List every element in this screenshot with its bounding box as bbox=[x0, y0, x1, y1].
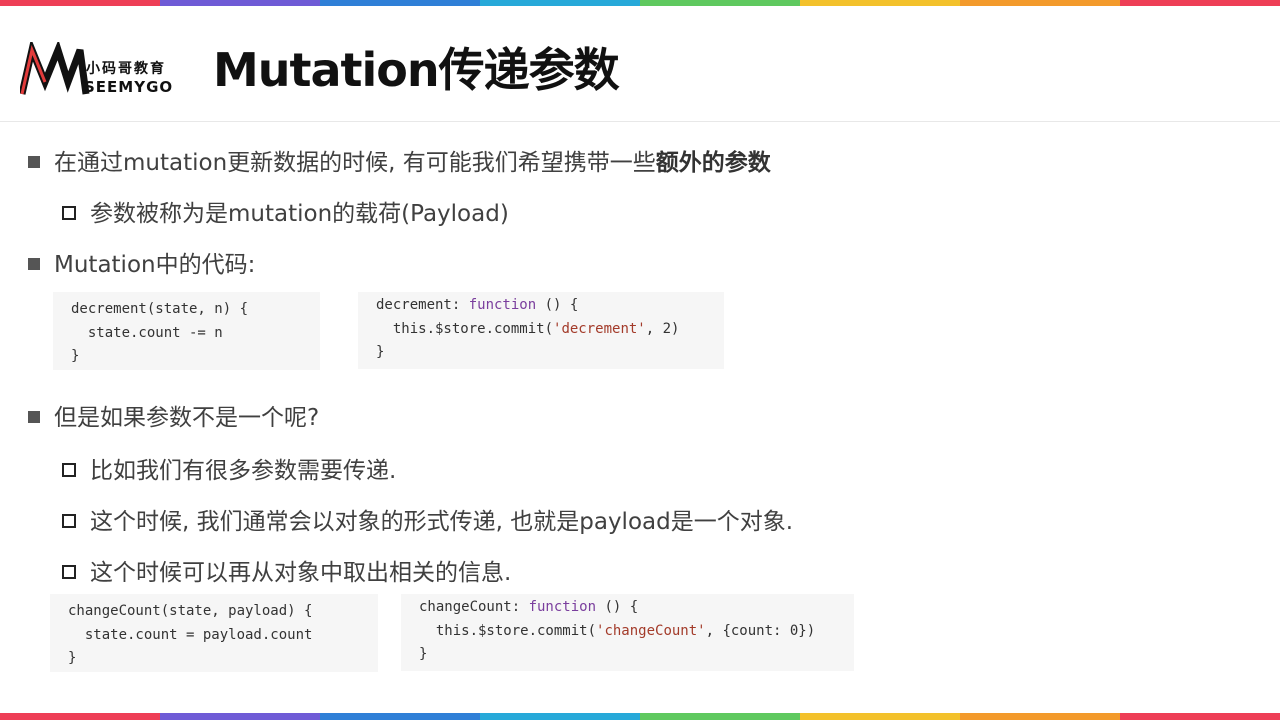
logo-text-cn: 小码哥教育 bbox=[86, 61, 166, 77]
bullet-text: 这个时候可以再从对象中取出相关的信息. bbox=[90, 560, 512, 586]
square-bullet-icon bbox=[28, 257, 40, 270]
bullet-text: 但是如果参数不是一个呢? bbox=[54, 405, 320, 431]
bullet-multiple-params: 但是如果参数不是一个呢? bbox=[28, 398, 319, 432]
bullet-text: 参数被称为是mutation的载荷(Payload) bbox=[90, 201, 509, 227]
code-token: changeCount: bbox=[419, 599, 529, 615]
code-line: state.count -= n bbox=[71, 324, 223, 341]
bullet-strong-text: 额外的参数 bbox=[655, 150, 771, 176]
code-string: 'changeCount' bbox=[596, 622, 706, 639]
square-bullet-icon bbox=[28, 155, 40, 168]
square-bullet-icon bbox=[28, 410, 40, 423]
bullet-payload-intro: 在通过mutation更新数据的时候, 有可能我们希望携带一些额外的参数 bbox=[28, 143, 771, 177]
code-line: changeCount(state, payload) { bbox=[68, 603, 313, 619]
slide-header bbox=[0, 6, 1280, 122]
hollow-square-bullet-icon bbox=[62, 564, 76, 579]
stripe-segment bbox=[960, 713, 1120, 720]
code-block-mutation-changecount: changeCount(state, payload) { state.coun… bbox=[50, 594, 378, 672]
code-string: 'decrement' bbox=[553, 320, 646, 337]
code-line: } bbox=[419, 646, 428, 662]
slide-title: Mutation传递参数 bbox=[213, 43, 620, 97]
code-block-mutation-decrement: decrement(state, n) { state.count -= n} bbox=[53, 292, 320, 370]
code-token: decrement: bbox=[376, 297, 469, 313]
sub-bullet-many-params: 比如我们有很多参数需要传递. bbox=[62, 451, 396, 485]
code-keyword: function bbox=[528, 599, 597, 615]
code-line: } bbox=[68, 650, 77, 666]
code-token: , 2) bbox=[645, 320, 680, 337]
hollow-square-bullet-icon bbox=[62, 513, 76, 528]
sub-bullet-payload-object: 这个时候, 我们通常会以对象的形式传递, 也就是payload是一个对象. bbox=[62, 502, 793, 536]
stripe-segment bbox=[0, 713, 160, 720]
logo-text-en: SEEMYGO bbox=[84, 78, 174, 96]
code-line: } bbox=[376, 344, 385, 360]
code-token: this.$store.commit( bbox=[419, 622, 597, 639]
code-block-commit-changecount: changeCount: function () { this.$store.c… bbox=[401, 594, 854, 671]
code-line: decrement: function () { bbox=[376, 294, 724, 318]
code-line: } bbox=[71, 348, 80, 364]
code-line: changeCount: function () { bbox=[419, 596, 854, 620]
hollow-square-bullet-icon bbox=[62, 462, 76, 477]
code-token: () { bbox=[536, 297, 579, 313]
stripe-segment bbox=[320, 713, 480, 720]
sub-bullet-payload-name: 参数被称为是mutation的载荷(Payload) bbox=[62, 194, 509, 228]
hollow-square-bullet-icon bbox=[62, 205, 76, 220]
code-line: state.count = payload.count bbox=[68, 626, 313, 643]
code-block-commit-decrement: decrement: function () { this.$store.com… bbox=[358, 292, 724, 369]
bullet-text: 比如我们有很多参数需要传递. bbox=[90, 458, 397, 484]
stripe-segment bbox=[800, 713, 960, 720]
bullet-mutation-code: Mutation中的代码: bbox=[28, 245, 255, 279]
bottom-color-stripe bbox=[0, 713, 1280, 720]
code-line: decrement(state, n) { bbox=[71, 301, 249, 317]
sub-bullet-extract-info: 这个时候可以再从对象中取出相关的信息. bbox=[62, 553, 511, 587]
code-token: , {count: 0}) bbox=[705, 622, 816, 639]
code-line: this.$store.commit('changeCount', {count… bbox=[419, 620, 854, 644]
stripe-segment bbox=[160, 713, 320, 720]
stripe-segment bbox=[480, 713, 640, 720]
bullet-text: Mutation中的代码: bbox=[54, 252, 256, 278]
code-token: () { bbox=[596, 599, 639, 615]
bullet-text: 这个时候, 我们通常会以对象的形式传递, 也就是payload是一个对象. bbox=[90, 509, 794, 535]
code-token: this.$store.commit( bbox=[376, 320, 554, 337]
stripe-segment bbox=[1120, 713, 1280, 720]
code-keyword: function bbox=[468, 297, 537, 313]
stripe-segment bbox=[640, 713, 800, 720]
code-line: this.$store.commit('decrement', 2) bbox=[376, 318, 724, 342]
bullet-text: 在通过mutation更新数据的时候, 有可能我们希望携带一些 bbox=[54, 150, 656, 176]
